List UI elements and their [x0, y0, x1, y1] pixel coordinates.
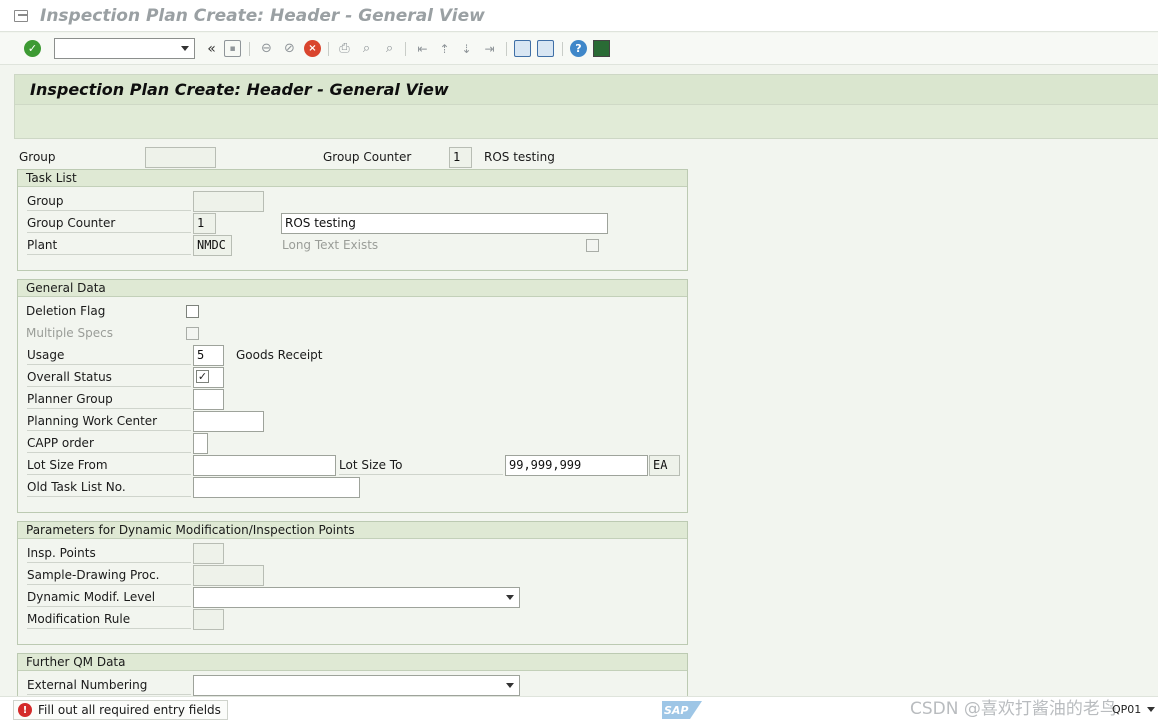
dynamic-modif-level-dropdown[interactable]	[193, 587, 520, 608]
toolbar-separator	[405, 42, 406, 56]
deletion-flag-label: Deletion Flag	[26, 304, 106, 318]
watermark: CSDN @喜欢打酱油的老鸟	[910, 699, 1117, 719]
general-data-title: General Data	[18, 280, 687, 297]
toolbar-separator	[249, 42, 250, 56]
chevron-down-icon[interactable]	[181, 46, 189, 51]
page-up-icon[interactable]: ⇡	[436, 40, 453, 57]
usage-field[interactable]: 5	[193, 345, 224, 366]
task-list-group-field[interactable]	[193, 191, 264, 212]
task-list-group-counter-field[interactable]: 1	[193, 213, 216, 234]
back-icon[interactable]: «	[203, 40, 220, 57]
error-icon: !	[18, 703, 32, 717]
further-qm-title: Further QM Data	[18, 654, 687, 671]
multiple-specs-label: Multiple Specs	[26, 326, 113, 340]
sample-drawing-label: Sample-Drawing Proc.	[27, 565, 191, 585]
print-icon[interactable]: ⎙	[336, 40, 353, 57]
new-session-icon[interactable]	[514, 40, 531, 57]
group-counter-text: ROS testing	[484, 150, 555, 164]
chevron-down-icon[interactable]	[506, 683, 514, 688]
task-list-group-counter-label: Group Counter	[27, 213, 191, 233]
usage-text: Goods Receipt	[236, 348, 323, 362]
long-text-exists-checkbox	[586, 239, 599, 252]
planner-group-field[interactable]	[193, 389, 224, 410]
old-task-list-field[interactable]	[193, 477, 360, 498]
chevron-down-icon[interactable]	[1147, 707, 1155, 712]
planner-group-label: Planner Group	[27, 389, 191, 409]
long-text-exists-label: Long Text Exists	[282, 238, 379, 252]
page-down-icon[interactable]: ⇣	[458, 40, 475, 57]
insp-points-label: Insp. Points	[27, 543, 191, 563]
check-icon: ✓	[197, 370, 208, 383]
window-title-bar: Inspection Plan Create: Header - General…	[0, 0, 1158, 32]
status-bar: ! Fill out all required entry fields SAP…	[0, 696, 1158, 722]
modification-rule-field[interactable]	[193, 609, 224, 630]
toolbar-separator	[562, 42, 563, 56]
save-icon[interactable]: ▪	[224, 40, 241, 57]
deletion-flag-checkbox[interactable]	[186, 305, 199, 318]
lot-size-from-label: Lot Size From	[27, 455, 191, 475]
lot-size-to-label: Lot Size To	[339, 455, 503, 475]
page-title: Inspection Plan Create: Header - General…	[30, 80, 449, 99]
task-list-group-label: Group	[27, 191, 191, 211]
group-counter-field[interactable]: 1	[449, 147, 472, 168]
shortcut-icon[interactable]	[537, 40, 554, 57]
usage-label: Usage	[27, 345, 191, 365]
first-page-icon[interactable]: ⇤	[414, 40, 431, 57]
overall-status-label: Overall Status	[27, 367, 191, 387]
planning-work-center-field[interactable]	[193, 411, 264, 432]
external-numbering-label: External Numbering	[27, 675, 191, 695]
previous-page-icon[interactable]: ⊘	[281, 40, 298, 57]
customize-layout-icon[interactable]	[593, 40, 610, 57]
modification-rule-label: Modification Rule	[27, 609, 191, 629]
plant-label: Plant	[27, 235, 191, 255]
dynamic-params-title: Parameters for Dynamic Modification/Insp…	[18, 522, 687, 539]
status-message[interactable]: ! Fill out all required entry fields	[13, 700, 228, 720]
plant-field[interactable]: NMDC	[193, 235, 232, 256]
capp-order-field[interactable]	[193, 433, 208, 454]
task-list-description-field[interactable]: ROS testing	[281, 213, 608, 234]
page-title-strip: Inspection Plan Create: Header - General…	[15, 75, 1158, 105]
system-info: QP01	[1112, 703, 1142, 716]
dynamic-modif-level-label: Dynamic Modif. Level	[27, 587, 191, 607]
task-list-title: Task List	[18, 170, 687, 187]
sample-drawing-field[interactable]	[193, 565, 264, 586]
lot-size-to-field[interactable]: 99,999,999	[505, 455, 648, 476]
window-icon[interactable]	[14, 9, 28, 22]
insp-points-field[interactable]	[193, 543, 224, 564]
toolbar-separator	[506, 42, 507, 56]
group-label: Group	[19, 150, 56, 164]
multiple-specs-checkbox	[186, 327, 199, 340]
first-page-icon[interactable]: ⊖	[258, 40, 275, 57]
command-field[interactable]	[54, 38, 195, 59]
planning-work-center-label: Planning Work Center	[27, 411, 191, 431]
group-counter-label: Group Counter	[323, 150, 412, 164]
group-field[interactable]	[145, 147, 216, 168]
page-header: Inspection Plan Create: Header - General…	[14, 74, 1158, 139]
sap-logo: SAP	[662, 701, 702, 719]
last-page-icon[interactable]: ⇥	[481, 40, 498, 57]
enter-icon[interactable]: ✓	[24, 40, 41, 57]
window-title: Inspection Plan Create: Header - General…	[40, 5, 485, 26]
toolbar-separator	[328, 42, 329, 56]
chevron-down-icon[interactable]	[506, 595, 514, 600]
old-task-list-label: Old Task List No.	[27, 477, 191, 497]
standard-toolbar: ✓ « ▪ ⊖ ⊘ × ⎙ ⌕ ⌕ ⇤ ⇡ ⇣ ⇥ ?	[0, 33, 1158, 65]
help-icon[interactable]: ?	[570, 40, 587, 57]
find-icon[interactable]: ⌕	[358, 40, 375, 57]
capp-order-label: CAPP order	[27, 433, 191, 453]
status-message-text: Fill out all required entry fields	[38, 703, 221, 717]
find-next-icon[interactable]: ⌕	[381, 40, 398, 57]
external-numbering-dropdown[interactable]	[193, 675, 520, 696]
unit-field[interactable]: EA	[649, 455, 680, 476]
cancel-icon[interactable]: ×	[304, 40, 321, 57]
lot-size-from-field[interactable]	[193, 455, 336, 476]
